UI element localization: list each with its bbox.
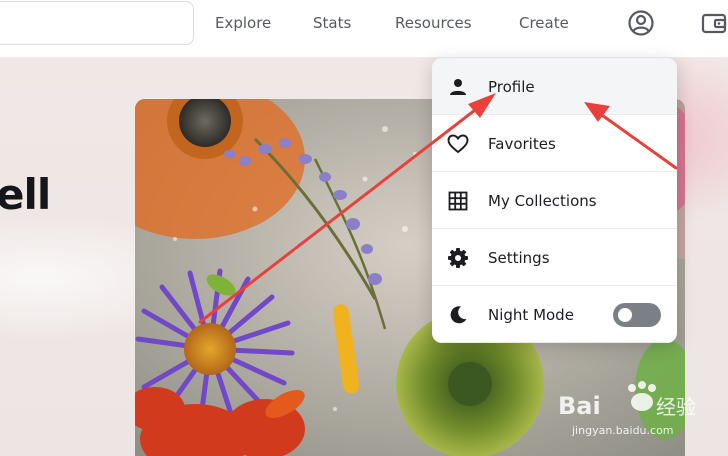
search-input[interactable] xyxy=(0,1,194,45)
menu-item-settings[interactable]: Settings xyxy=(432,229,677,286)
heart-icon xyxy=(447,133,469,155)
nav-link-explore[interactable]: Explore xyxy=(215,12,271,34)
wallet-icon[interactable] xyxy=(700,9,728,37)
svg-text:经验: 经验 xyxy=(656,395,696,419)
menu-item-label: Favorites xyxy=(488,135,556,153)
toggle-knob xyxy=(618,308,632,322)
svg-text:Bai: Bai xyxy=(558,392,601,420)
nav-link-resources[interactable]: Resources xyxy=(395,12,472,34)
watermark-url: jingyan.baidu.com xyxy=(572,424,674,437)
menu-item-label: Settings xyxy=(488,249,550,267)
nav-link-create[interactable]: Create xyxy=(519,12,569,34)
menu-item-profile[interactable]: Profile xyxy=(432,58,677,115)
user-circle-icon[interactable] xyxy=(627,9,655,37)
menu-item-label: Night Mode xyxy=(488,306,574,324)
top-navigation-bar: Explore Stats Resources Create xyxy=(0,0,728,58)
menu-item-favorites[interactable]: Favorites xyxy=(432,115,677,172)
menu-item-label: Profile xyxy=(488,78,535,96)
night-mode-toggle[interactable] xyxy=(613,303,661,327)
menu-item-my-collections[interactable]: My Collections xyxy=(432,172,677,229)
grid-icon xyxy=(447,190,469,212)
person-icon xyxy=(447,76,469,98)
menu-item-label: My Collections xyxy=(488,192,597,210)
gear-icon xyxy=(447,247,469,269)
moon-icon xyxy=(447,304,469,326)
user-dropdown-menu: Profile Favorites My Collections Setting… xyxy=(432,58,677,343)
nav-link-stats[interactable]: Stats xyxy=(313,12,351,34)
hero-heading: ell xyxy=(0,170,51,219)
